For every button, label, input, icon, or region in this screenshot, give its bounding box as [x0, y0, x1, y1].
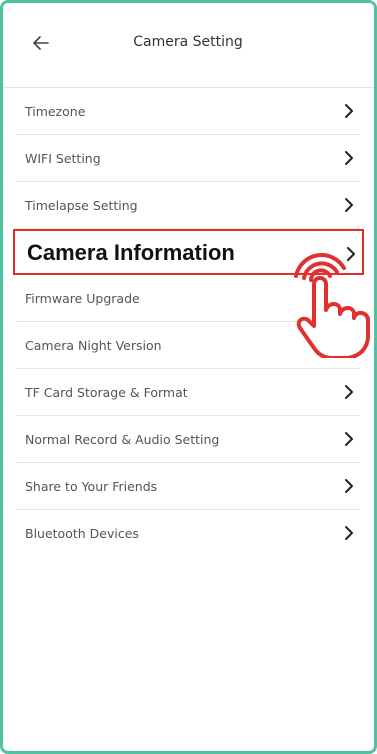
chevron-right-icon [345, 104, 353, 118]
settings-item-label: Share to Your Friends [25, 479, 158, 494]
top-bar: Camera Setting [3, 3, 374, 88]
settings-item-timezone[interactable]: Timezone [15, 88, 360, 135]
chevron-right-icon [345, 526, 353, 540]
chevron-right-icon [347, 247, 355, 261]
chevron-right-icon [345, 385, 353, 399]
settings-item-tf-card[interactable]: TF Card Storage & Format [15, 369, 360, 416]
back-button[interactable] [23, 25, 59, 61]
arrow-left-icon [33, 36, 49, 50]
settings-item-label: TF Card Storage & Format [25, 385, 188, 400]
settings-item-label: Normal Record & Audio Setting [25, 432, 220, 447]
settings-item-share[interactable]: Share to Your Friends [15, 463, 360, 510]
chevron-right-icon [345, 479, 353, 493]
settings-item-timelapse[interactable]: Timelapse Setting [15, 182, 360, 229]
settings-item-bluetooth[interactable]: Bluetooth Devices [15, 510, 360, 557]
settings-item-label: Camera Night Version [25, 338, 162, 353]
phone-frame: Camera Setting Timezone WIFI Setting Tim… [0, 0, 377, 754]
settings-item-night-version[interactable]: Camera Night Version [15, 322, 360, 369]
settings-item-wifi[interactable]: WIFI Setting [15, 135, 360, 182]
settings-item-label: Timezone [25, 104, 86, 119]
settings-list: Timezone WIFI Setting Timelapse Setting … [3, 88, 374, 557]
chevron-right-icon [345, 198, 353, 212]
settings-item-label: WIFI Setting [25, 151, 101, 166]
settings-item-firmware[interactable]: Firmware Upgrade [15, 275, 360, 322]
settings-item-record-audio[interactable]: Normal Record & Audio Setting [15, 416, 360, 463]
chevron-right-icon [345, 432, 353, 446]
settings-item-camera-information[interactable]: Camera Information [13, 229, 364, 275]
settings-item-label: Timelapse Setting [25, 198, 138, 213]
settings-item-label: Firmware Upgrade [25, 291, 140, 306]
settings-item-label: Bluetooth Devices [25, 526, 139, 541]
chevron-right-icon [345, 151, 353, 165]
settings-item-label: Camera Information [27, 240, 235, 265]
page-title: Camera Setting [133, 34, 243, 50]
chevron-right-icon [347, 347, 353, 353]
